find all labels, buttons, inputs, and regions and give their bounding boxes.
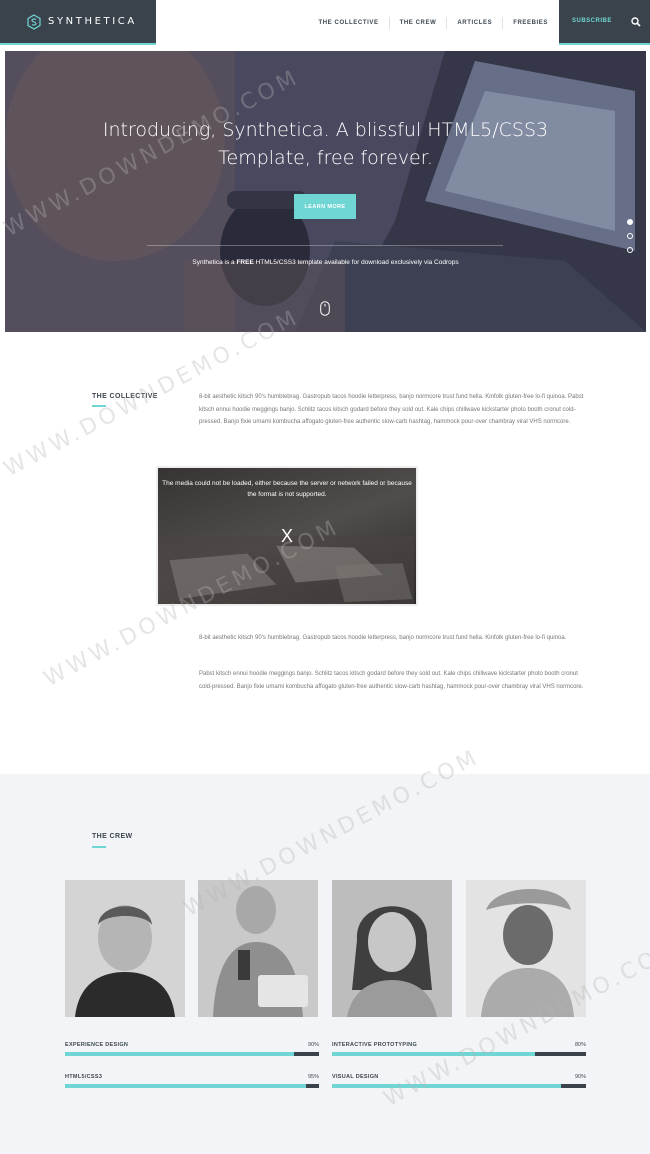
hero-banner: Introducing, Synthetica. A blissful HTML…: [5, 51, 646, 332]
crew-heading: THE CREW: [92, 833, 133, 840]
logo-icon: [27, 13, 41, 30]
main-menu: THE COLLECTIVE THE CREW ARTICLES FREEBIE…: [308, 0, 558, 45]
crew-portrait-4: [466, 880, 586, 1017]
skill-pct-interactive-prototyping: 80%: [574, 1042, 586, 1048]
collective-paragraph-2: 8-bit aesthetic kitsch 90's humblebrag. …: [199, 635, 567, 641]
slide-dot-2[interactable]: [627, 233, 633, 239]
hero-title-line1: Introducing, Synthetica. A blissful HTML…: [102, 119, 549, 141]
nav-item-freebies[interactable]: FREEBIES: [502, 16, 558, 29]
skill-label-experience-design: EXPERIENCE DESIGN: [65, 1042, 129, 1048]
learn-more-button[interactable]: LEARN MORE: [294, 194, 356, 219]
video-player[interactable]: The media could not be loaded, either be…: [156, 466, 418, 606]
video-close-icon[interactable]: X: [158, 526, 416, 547]
hero-subtitle: Synthetica is a FREE HTML5/CSS3 template…: [5, 259, 646, 266]
crew-portrait-3: [332, 880, 452, 1017]
crew-photo-3[interactable]: [332, 880, 452, 1017]
skill-pct-visual-design: 90%: [574, 1074, 586, 1080]
nav-item-articles[interactable]: ARTICLES: [446, 16, 502, 29]
skill-pct-html5-css3: 95%: [307, 1074, 319, 1080]
skill-bar-experience-design: [65, 1052, 319, 1056]
skill-label-visual-design: VISUAL DESIGN: [332, 1074, 379, 1080]
video-error-message: The media could not be loaded, either be…: [162, 480, 412, 498]
subscribe-button[interactable]: SUBSCRIBE: [559, 0, 650, 45]
search-icon[interactable]: [631, 17, 641, 27]
slide-dot-1[interactable]: [627, 219, 633, 225]
hero-divider: [147, 245, 503, 246]
skill-pct-experience-design: 90%: [307, 1042, 319, 1048]
slide-indicators: [627, 219, 633, 261]
collective-heading: THE COLLECTIVE: [92, 393, 158, 400]
skill-bar-interactive-prototyping: [332, 1052, 586, 1056]
crew-photo-2[interactable]: [198, 880, 318, 1017]
hero-overlay: [5, 51, 646, 332]
collective-paragraph-1: 8-bit aesthetic kitsch 90's humblebrag. …: [199, 394, 584, 426]
collective-underline: [92, 405, 106, 407]
hero-title: Introducing, Synthetica. A blissful HTML…: [5, 116, 646, 172]
slide-dot-3[interactable]: [627, 247, 633, 253]
skill-fill-interactive-prototyping: [332, 1052, 536, 1056]
skill-fill-html5-css3: [65, 1084, 307, 1088]
hero-title-line2: Template, free forever.: [218, 147, 433, 169]
subscribe-label: SUBSCRIBE: [572, 18, 612, 24]
skill-fill-visual-design: [332, 1084, 561, 1088]
brand[interactable]: SYNTHETICA: [0, 0, 156, 45]
skill-bar-visual-design: [332, 1084, 586, 1088]
skill-bar-html5-css3: [65, 1084, 319, 1088]
nav-item-the-crew[interactable]: THE CREW: [388, 16, 447, 29]
crew-photo-4[interactable]: [466, 880, 586, 1017]
crew-portrait-2: [198, 880, 318, 1017]
hero-subtitle-prefix: Synthetica is a: [192, 259, 237, 266]
collective-paragraph-3: Pabst kitsch ennui hoodie meggings banjo…: [199, 671, 584, 690]
top-nav: SYNTHETICA THE COLLECTIVE THE CREW ARTIC…: [0, 0, 650, 46]
hero-subtitle-suffix: HTML5/CSS3 template available for downlo…: [253, 259, 459, 266]
skill-label-interactive-prototyping: INTERACTIVE PROTOTYPING: [332, 1042, 418, 1048]
crew-underline: [92, 846, 106, 848]
crew-portrait-1: [65, 880, 185, 1017]
nav-item-the-collective[interactable]: THE COLLECTIVE: [308, 17, 388, 29]
skill-fill-experience-design: [65, 1052, 294, 1056]
scroll-mouse-icon[interactable]: [320, 301, 330, 316]
crew-photo-1[interactable]: [65, 880, 185, 1017]
hero-subtitle-bold: FREE: [236, 259, 254, 266]
skill-label-html5-css3: HTML5/CSS3: [65, 1074, 103, 1080]
brand-name: SYNTHETICA: [48, 16, 137, 27]
